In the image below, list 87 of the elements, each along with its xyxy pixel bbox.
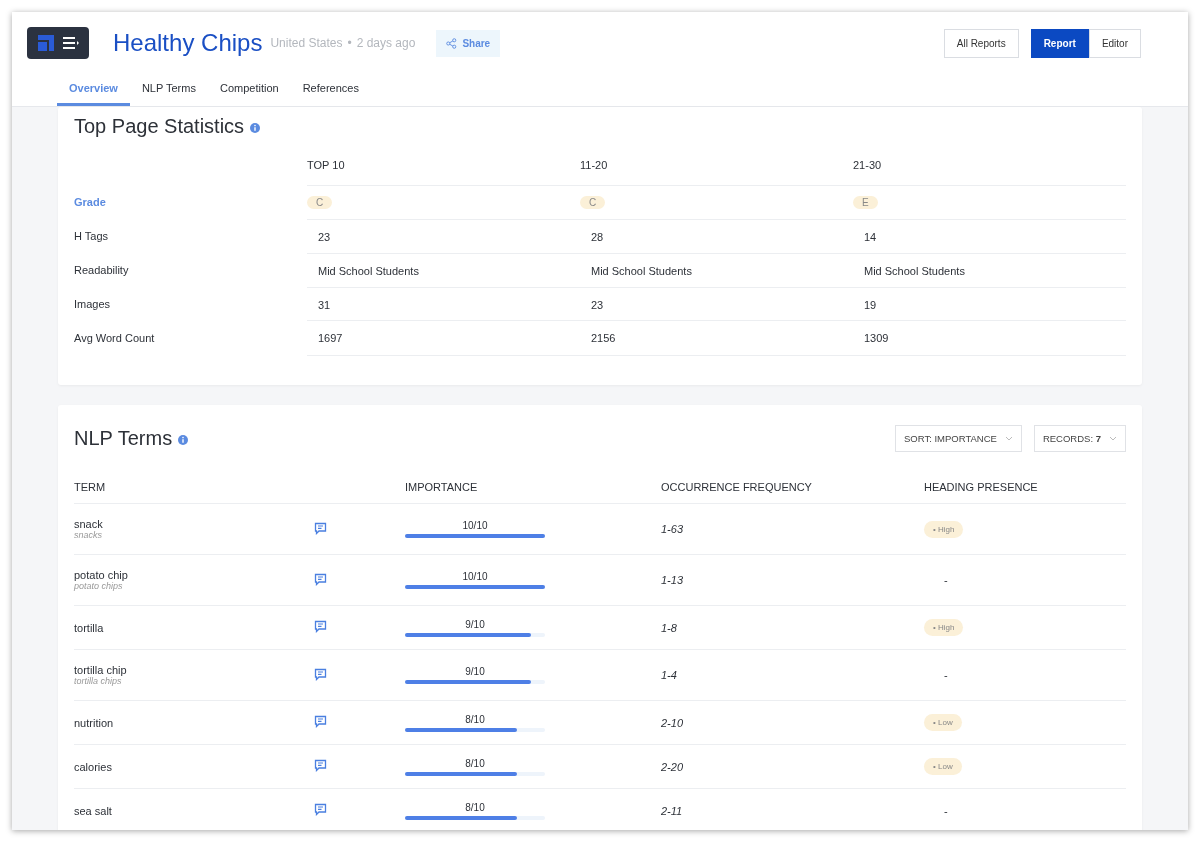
term-text: tortilla chip (74, 664, 128, 676)
column-header: TERM (74, 481, 107, 493)
table-cell: 1697 (318, 332, 343, 344)
term-text: nutrition (74, 716, 115, 729)
report-title: Healthy Chips (113, 29, 263, 57)
table-cell: 23 (591, 298, 604, 311)
presence-badge: • Low (924, 714, 962, 731)
all-reports-button[interactable]: All Reports (943, 28, 1019, 58)
grade-badge: C (580, 196, 606, 209)
section-title: Top Page Statistics (74, 114, 245, 138)
frequency-text: 1-8 (661, 621, 678, 634)
term-text: snack (74, 518, 104, 530)
separator-dot: • (347, 36, 352, 50)
records-dropdown[interactable]: RECORDS: 7 (1033, 424, 1126, 452)
logo-icon (36, 33, 56, 53)
importance-score: 8/10 (464, 757, 486, 769)
term-text: calories (74, 760, 113, 773)
column-header: OCCURRENCE FREQUENCY (661, 481, 813, 493)
age-text: 2 days ago (356, 36, 416, 50)
grade-badge: C (307, 196, 333, 209)
importance-score: 8/10 (464, 801, 486, 813)
nav-tab[interactable]: Competition (207, 74, 291, 106)
column-header: 21-30 (853, 159, 883, 171)
comment-icon[interactable] (314, 521, 327, 535)
row-label: H Tags (74, 230, 110, 242)
frequency-text: 1-13 (661, 574, 685, 586)
comment-icon[interactable] (314, 803, 327, 816)
section-title: NLP Terms (74, 426, 173, 450)
importance-score: 9/10 (464, 618, 486, 630)
chevron-down-icon (1109, 435, 1117, 441)
frequency-text: 2-20 (661, 760, 685, 773)
frequency-text: 1-63 (661, 523, 685, 535)
column-header: IMPORTANCE (405, 481, 479, 493)
info-icon (250, 123, 261, 133)
logo-menu-button[interactable] (27, 27, 89, 59)
row-label: Images (74, 298, 112, 310)
term-variant: tortilla chips (74, 676, 122, 686)
view-toggle-button[interactable]: Editor (1088, 28, 1141, 58)
table-cell: 14 (864, 230, 877, 243)
comment-icon[interactable] (314, 759, 327, 772)
grade-link[interactable]: Grade (74, 196, 307, 208)
share-icon (446, 37, 458, 49)
table-cell: 2156 (591, 332, 616, 344)
term-variant: snacks (74, 530, 103, 540)
frequency-text: 2-11 (661, 804, 684, 817)
comment-icon[interactable] (314, 620, 327, 633)
column-header: HEADING PRESENCE (924, 481, 1039, 493)
table-cell: 31 (318, 298, 331, 311)
chevron-down-icon (1004, 435, 1013, 441)
importance-score: 8/10 (464, 713, 486, 725)
table-cell: Mid School Students (318, 264, 419, 277)
importance-score: 10/10 (461, 520, 489, 531)
term-text: potato chip (74, 569, 129, 581)
term-text: tortilla (74, 621, 105, 634)
nav-tab[interactable]: NLP Terms (129, 74, 208, 106)
table-cell: 1309 (864, 332, 889, 344)
term-variant: potato chips (74, 581, 123, 591)
column-header: 11-20 (580, 159, 609, 171)
table-cell: Mid School Students (864, 264, 965, 277)
nav-tab[interactable]: References (290, 74, 371, 106)
presence-badge: • Low (924, 758, 962, 775)
presence-badge: • High (924, 619, 964, 636)
row-label: Avg Word Count (74, 332, 156, 344)
view-toggle-button[interactable]: Report (1030, 28, 1089, 58)
comment-icon[interactable] (314, 572, 327, 586)
frequency-text: 2-10 (661, 716, 685, 729)
presence-badge: • High (924, 520, 964, 538)
comment-icon[interactable] (314, 667, 327, 681)
info-icon (178, 435, 189, 445)
table-cell: Mid School Students (591, 264, 692, 277)
importance-score: 9/10 (464, 666, 486, 677)
location-text: United States (270, 36, 343, 50)
grade-badge: E (853, 196, 878, 209)
presence-dash: - (944, 669, 948, 681)
presence-dash: - (944, 804, 948, 817)
table-cell: 19 (864, 298, 877, 311)
importance-score: 10/10 (461, 571, 489, 582)
presence-dash: - (944, 574, 948, 586)
column-header: TOP 10 (307, 159, 346, 171)
menu-icon (62, 36, 80, 50)
table-cell: 23 (318, 230, 331, 243)
comment-icon[interactable] (314, 715, 327, 728)
table-cell: 28 (591, 230, 604, 243)
sort-dropdown[interactable]: SORT: IMPORTANCE (895, 424, 1022, 452)
term-text: sea salt (74, 804, 113, 817)
frequency-text: 1-4 (661, 669, 678, 681)
row-label: Readability (74, 264, 130, 276)
